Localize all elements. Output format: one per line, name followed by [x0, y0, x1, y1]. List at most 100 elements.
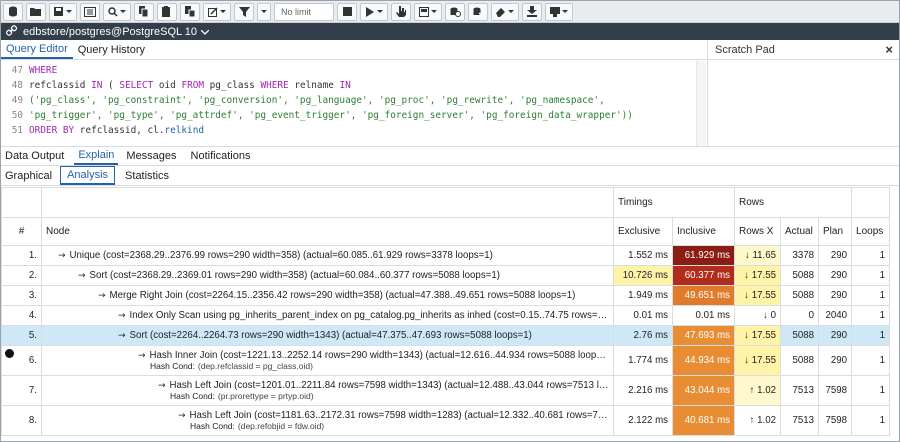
tab-query-history[interactable]: Query History	[73, 40, 150, 59]
loops: 1	[851, 375, 891, 406]
execute-icon[interactable]	[360, 2, 388, 21]
row-number: 4.	[1, 305, 42, 326]
exclusive-time: 2.216 ms	[613, 375, 673, 406]
copy-icon[interactable]	[134, 2, 154, 21]
rollback-icon[interactable]	[468, 2, 488, 21]
table-row[interactable]: 6. → Hash Inner Join (cost=1221.13..2252.1…	[1, 345, 891, 376]
sql-code[interactable]: WHERE refclassid IN ( SELECT oid FROM pg_…	[29, 63, 633, 138]
node-cell[interactable]: → Index Only Scan using pg_inherits_paren…	[41, 305, 614, 326]
scratch-pad-header: Scratch Pad ×	[708, 40, 899, 60]
tab-data-output[interactable]: Data Output	[5, 150, 70, 162]
table-row[interactable]: 3. → Merge Right Join (cost=2264.15..2356.…	[1, 285, 891, 306]
hash-cond-value: (dep.refobjid = fdw.oid)	[237, 421, 325, 431]
table-row[interactable]: 5. → Sort (cost=2264..2264.73 rows=290 wid…	[1, 325, 891, 346]
delete-icon[interactable]	[180, 2, 200, 21]
hash-cond-label: Hash Cond:	[190, 421, 235, 431]
node-cell[interactable]: → Sort (cost=2368.29..2369.01 rows=290 wi…	[41, 265, 614, 286]
line-number: 49	[11, 95, 23, 106]
node-cell[interactable]: → Hash Left Join (cost=1181.63..2172.31 r…	[41, 405, 614, 436]
tab-notifications[interactable]: Notifications	[191, 150, 257, 162]
hash-cond: Hash Cond: (pr.prorettype = prtyp.oid)	[158, 391, 609, 401]
arrow-right-icon: →	[118, 331, 126, 341]
node-text: Merge Right Join (cost=2264.15..2356.42 …	[109, 290, 576, 301]
macros-icon[interactable]	[545, 2, 573, 21]
table-row[interactable]: 7. → Hash Left Join (cost=1201.01..2211.84…	[1, 375, 891, 406]
loops: 1	[851, 325, 891, 346]
clear-icon[interactable]	[491, 2, 519, 21]
tab-explain[interactable]: Explain	[74, 147, 119, 165]
rows-header: Rows	[734, 187, 853, 218]
sql-editor[interactable]: 47 48 49 50 51 WHERE refclassid IN ( SELE…	[1, 61, 706, 146]
plan-rows: 290	[818, 245, 853, 266]
arrow-right-icon: →	[138, 351, 146, 361]
editor-tabs: Query Editor Query History	[1, 40, 706, 60]
find-icon[interactable]	[80, 2, 100, 21]
row-number: 1.	[1, 245, 42, 266]
node-cell[interactable]: → Unique (cost=2368.29..2376.99 rows=290 …	[41, 245, 614, 266]
hash-cond: Hash Cond: (dep.refobjid = fdw.oid)	[178, 421, 609, 431]
database-icon[interactable]	[3, 2, 23, 21]
connection-label[interactable]: edbstore/postgres@PostgreSQL 10	[23, 26, 197, 38]
exclusive-time: 2.76 ms	[613, 325, 673, 346]
stop-icon[interactable]	[337, 2, 357, 21]
explain-analyze-icon[interactable]	[414, 2, 442, 21]
actual-rows: 5088	[780, 285, 820, 306]
node-cell[interactable]: → Hash Left Join (cost=1201.01..2211.84 r…	[41, 375, 614, 406]
node-cell[interactable]: → Sort (cost=2264..2264.73 rows=290 width…	[41, 325, 614, 346]
explain-icon[interactable]	[391, 2, 411, 21]
row-limit-select[interactable]: No limit	[274, 2, 334, 21]
loops: 1	[851, 345, 891, 376]
col-loops: Loops	[851, 217, 891, 246]
tab-analysis[interactable]: Analysis	[60, 166, 116, 185]
node-line: → Merge Right Join (cost=2264.15..2356.42…	[98, 290, 609, 301]
hash-cond-value: (pr.prorettype = prtyp.oid)	[217, 391, 314, 401]
tab-graphical[interactable]: Graphical	[5, 166, 52, 185]
exclusive-time: 1.552 ms	[613, 245, 673, 266]
actual-rows: 7513	[780, 375, 820, 406]
filter-icon[interactable]	[234, 2, 254, 21]
node-cell[interactable]: → Hash Inner Join (cost=1221.13..2252.14 …	[41, 345, 614, 376]
open-file-icon[interactable]	[26, 2, 46, 21]
paste-icon[interactable]	[157, 2, 177, 21]
actual-rows: 5088	[780, 265, 820, 286]
table-row[interactable]: 4. → Index Only Scan using pg_inherits_par…	[1, 305, 891, 326]
rows-x: ↓ 17.55	[734, 265, 782, 286]
hash-cond-value: (dep.refclassid = pg_class.oid)	[197, 361, 313, 371]
col-rows-x: Rows X	[734, 217, 782, 246]
table-row[interactable]: 8. → Hash Left Join (cost=1181.63..2172.31…	[1, 405, 891, 436]
inclusive-time: 49.651 ms	[671, 285, 736, 306]
exclusive-time: 0.01 ms	[613, 305, 673, 326]
loops: 1	[851, 245, 891, 266]
table-row[interactable]: 1. → Unique (cost=2368.29..2376.99 rows=29…	[1, 245, 891, 266]
line-number: 51	[11, 125, 23, 136]
search-icon[interactable]	[103, 2, 131, 21]
rows-x: ↓ 17.55	[734, 285, 782, 306]
tab-statistics[interactable]: Statistics	[125, 166, 169, 185]
chevron-down-icon[interactable]	[200, 27, 210, 37]
loops: 1	[851, 405, 891, 436]
rows-x: ↓ 17.55	[734, 325, 782, 346]
connection-bar[interactable]: edbstore/postgres@PostgreSQL 10	[1, 23, 899, 40]
inclusive-time: 0.01 ms	[671, 305, 736, 326]
download-icon[interactable]	[522, 2, 542, 21]
loops: 1	[851, 265, 891, 286]
editor-scrollbar[interactable]	[696, 61, 706, 146]
scratch-pad[interactable]: Scratch Pad ×	[707, 40, 899, 146]
arrow-right-icon: →	[158, 381, 166, 391]
commit-icon[interactable]	[445, 2, 465, 21]
edit-icon[interactable]	[203, 2, 231, 21]
plan-rows: 2040	[818, 305, 853, 326]
save-icon[interactable]	[49, 2, 77, 21]
node-text: Hash Left Join (cost=1181.63..2172.31 ro…	[189, 410, 609, 421]
node-line: → Hash Left Join (cost=1201.01..2211.84 r…	[158, 380, 609, 391]
close-icon[interactable]: ×	[885, 42, 893, 57]
table-row[interactable]: 2. → Sort (cost=2368.29..2369.01 rows=290 …	[1, 265, 891, 286]
plan-rows: 7598	[818, 375, 853, 406]
tab-messages[interactable]: Messages	[126, 150, 182, 162]
tab-query-editor[interactable]: Query Editor	[1, 40, 73, 59]
scratch-pad-title: Scratch Pad	[715, 43, 775, 56]
arrow-right-icon: →	[58, 251, 66, 261]
rows-x: ↓ 0	[734, 305, 782, 326]
filter-dropdown-icon[interactable]	[257, 2, 271, 21]
node-cell[interactable]: → Merge Right Join (cost=2264.15..2356.42…	[41, 285, 614, 306]
